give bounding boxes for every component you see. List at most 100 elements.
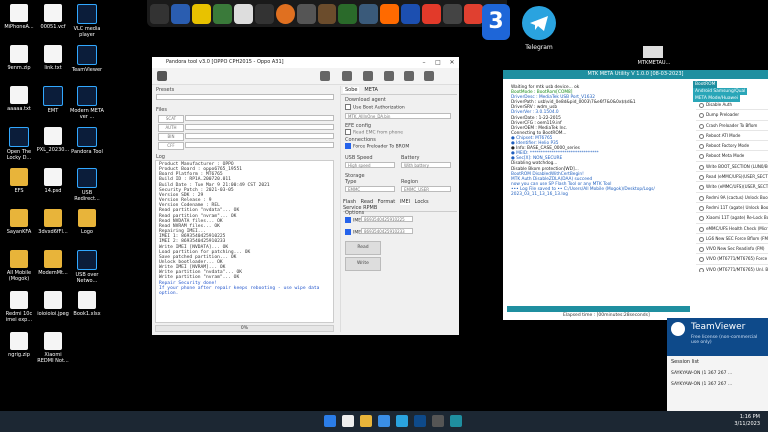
mtk-option-radio[interactable]: VIVO (MT6771/MT6765) Force BROM <box>696 254 768 265</box>
mtkmeta-icon[interactable] <box>643 46 663 58</box>
desktop-icon[interactable]: VLC media player <box>70 4 104 38</box>
da-select[interactable]: MTK_AllInOne_DA.bin <box>345 113 451 119</box>
mtk-option-radio[interactable]: Reboot Factory Mode <box>696 141 768 152</box>
mtk-option-radio[interactable]: VIVO New Sec Readinfo (FM) <box>696 244 768 255</box>
desktop-icon[interactable]: Modern META ver ... <box>70 86 104 120</box>
mtk-option-radio[interactable]: Dump Preloader <box>696 110 768 121</box>
desktop-icon[interactable]: ngrig.zip <box>2 332 36 358</box>
desktop-icon[interactable]: Xiaomi REDMI Not... <box>36 332 70 364</box>
desktop-icon[interactable]: 3dvxd6fFl... <box>36 209 70 235</box>
mtk-option-radio[interactable]: Crash Preloader To Bflom <box>696 121 768 131</box>
app-icon[interactable] <box>296 3 316 24</box>
desktop-icon[interactable]: All Mobile (Mogok) <box>2 250 36 282</box>
desktop-icon[interactable]: 14.psd <box>36 168 70 194</box>
tab-locks[interactable]: Locks <box>415 199 429 205</box>
mtk-option-radio[interactable]: Redmi 9A (cactus) Unlock Bootloader <box>696 193 768 203</box>
telegram-taskbar-icon[interactable] <box>396 415 408 427</box>
desktop-icon[interactable]: MiPhoneA... <box>2 4 36 30</box>
mtk-option-radio[interactable]: Write (eMMC/UFS)(USER_SECTION) <box>696 182 768 193</box>
teamviewer-taskbar-icon[interactable] <box>414 415 426 427</box>
desktop-icon[interactable]: Redmi 10c imei exp... <box>2 291 36 323</box>
menu-icon[interactable] <box>157 71 167 81</box>
desktop-icon[interactable]: Open The Locky D... <box>2 127 36 161</box>
bin-path[interactable] <box>185 133 334 139</box>
app-icon[interactable] <box>317 3 337 24</box>
youtube-icon[interactable] <box>404 71 414 81</box>
desktop-icon[interactable]: EMT <box>36 86 70 114</box>
imei2-input[interactable]: 8693540425910233 <box>361 228 413 234</box>
app-icon[interactable] <box>401 3 421 24</box>
desktop-icon[interactable]: TeamViewer <box>70 45 104 73</box>
desktop-icon[interactable]: aaaaa.txt <box>2 86 36 112</box>
telegram-icon[interactable] <box>522 6 556 40</box>
maximize-button[interactable]: □ <box>431 57 445 68</box>
force-preloader-checkbox[interactable]: Force Preloader To BROM <box>345 143 409 150</box>
app-icon[interactable] <box>191 3 211 24</box>
mtk-option-radio[interactable]: eMMC/UFS Health Check (Micron) <box>696 224 768 234</box>
tab-meta[interactable]: META <box>364 87 378 93</box>
session-item[interactable]: SAYKYAW-ON (1 367 267 ... <box>667 368 768 379</box>
app-icon[interactable] <box>359 3 379 24</box>
scat-path[interactable] <box>185 115 334 121</box>
desktop-icon[interactable]: Pandora Tool <box>70 127 104 155</box>
auth-button[interactable]: AUTH <box>158 124 184 132</box>
mtk-option-radio[interactable]: Reboot ATI Mode <box>696 131 768 142</box>
mtk-taskbar-icon[interactable] <box>450 415 462 427</box>
warning-icon[interactable] <box>320 71 330 81</box>
cff-path[interactable] <box>185 142 334 148</box>
app-icon[interactable] <box>275 3 295 24</box>
gear-icon[interactable] <box>342 71 352 81</box>
cff-button[interactable]: CFF <box>158 142 184 150</box>
desktop-icon[interactable]: ModemMt... <box>36 250 70 276</box>
storage-type-select[interactable]: EMMC <box>345 186 395 192</box>
desktop-icon[interactable]: PXL_20230... <box>36 127 70 153</box>
desktop-icon[interactable]: Book1.xlsx <box>70 291 104 317</box>
desktop-icon[interactable]: Logo <box>70 209 104 235</box>
read-button[interactable]: Read <box>345 241 381 255</box>
bin-button[interactable]: BIN <box>158 133 184 141</box>
app-icon[interactable] <box>233 3 253 24</box>
battery-select[interactable]: With battery <box>401 162 451 168</box>
start-icon[interactable] <box>324 415 336 427</box>
file-explorer-icon[interactable] <box>360 415 372 427</box>
app-3-icon[interactable]: 3 <box>482 4 510 40</box>
session-item[interactable]: SAYKYAW-ON (1 367 267 ... <box>667 379 768 390</box>
usb-speed-select[interactable]: High speed <box>345 162 395 168</box>
tab-android-samsung[interactable]: Android Samsung/Qual <box>693 88 748 95</box>
app-icon[interactable] <box>443 3 463 24</box>
read-efe-checkbox[interactable]: Read EMC from phone <box>345 129 403 136</box>
app-icon[interactable] <box>254 3 274 24</box>
tab-imei[interactable]: IMEI <box>399 199 411 205</box>
desktop-icon[interactable]: link.txt <box>36 45 70 71</box>
desktop-icon[interactable]: EFS <box>2 168 36 194</box>
tab-bootrom[interactable]: BootROM <box>693 81 718 88</box>
desktop-icon[interactable]: 00051.vcf <box>36 4 70 30</box>
auth-path[interactable] <box>185 124 334 130</box>
tab-format[interactable]: Format <box>378 199 396 205</box>
presets-select[interactable] <box>156 94 334 100</box>
mi-icon[interactable] <box>380 3 400 24</box>
telegram-tool-icon[interactable] <box>384 71 394 81</box>
facebook-icon[interactable] <box>363 71 373 81</box>
mtk-option-radio[interactable]: LG6 New SEC Force Bflom (FM) <box>696 234 768 245</box>
app-icon[interactable] <box>150 3 169 24</box>
system-clock[interactable]: 1:16 PM 3/11/2023 <box>734 414 760 428</box>
minimize-button[interactable]: – <box>417 57 431 68</box>
mtk-option-radio[interactable]: Reboot Meta Mode <box>696 151 768 162</box>
scat-button[interactable]: SCAT <box>158 115 184 123</box>
app-icon[interactable] <box>212 3 232 24</box>
help-icon[interactable] <box>424 71 434 81</box>
tab-sobe[interactable]: Sobe <box>343 87 360 93</box>
desktop-icon[interactable]: ioioioioi.jpeg <box>36 291 70 317</box>
use-boot-auth-checkbox[interactable]: Use Boot Authorization <box>345 104 405 111</box>
mtk-option-radio[interactable]: Redmi 11T (agate) Unlock Bootloader <box>696 203 768 214</box>
app-icon[interactable] <box>338 3 358 24</box>
app-icon[interactable] <box>464 3 483 24</box>
close-button[interactable]: ✕ <box>445 57 459 68</box>
write-button[interactable]: Write <box>345 257 381 271</box>
region-select[interactable]: EMMC_USER <box>401 186 451 192</box>
imei1-input[interactable]: 8693540425910225 <box>361 216 413 222</box>
mtk-option-radio[interactable]: Disable Auth <box>696 100 768 111</box>
search-icon[interactable] <box>342 415 354 427</box>
desktop-icon[interactable]: USB over Netwo... <box>70 250 104 284</box>
